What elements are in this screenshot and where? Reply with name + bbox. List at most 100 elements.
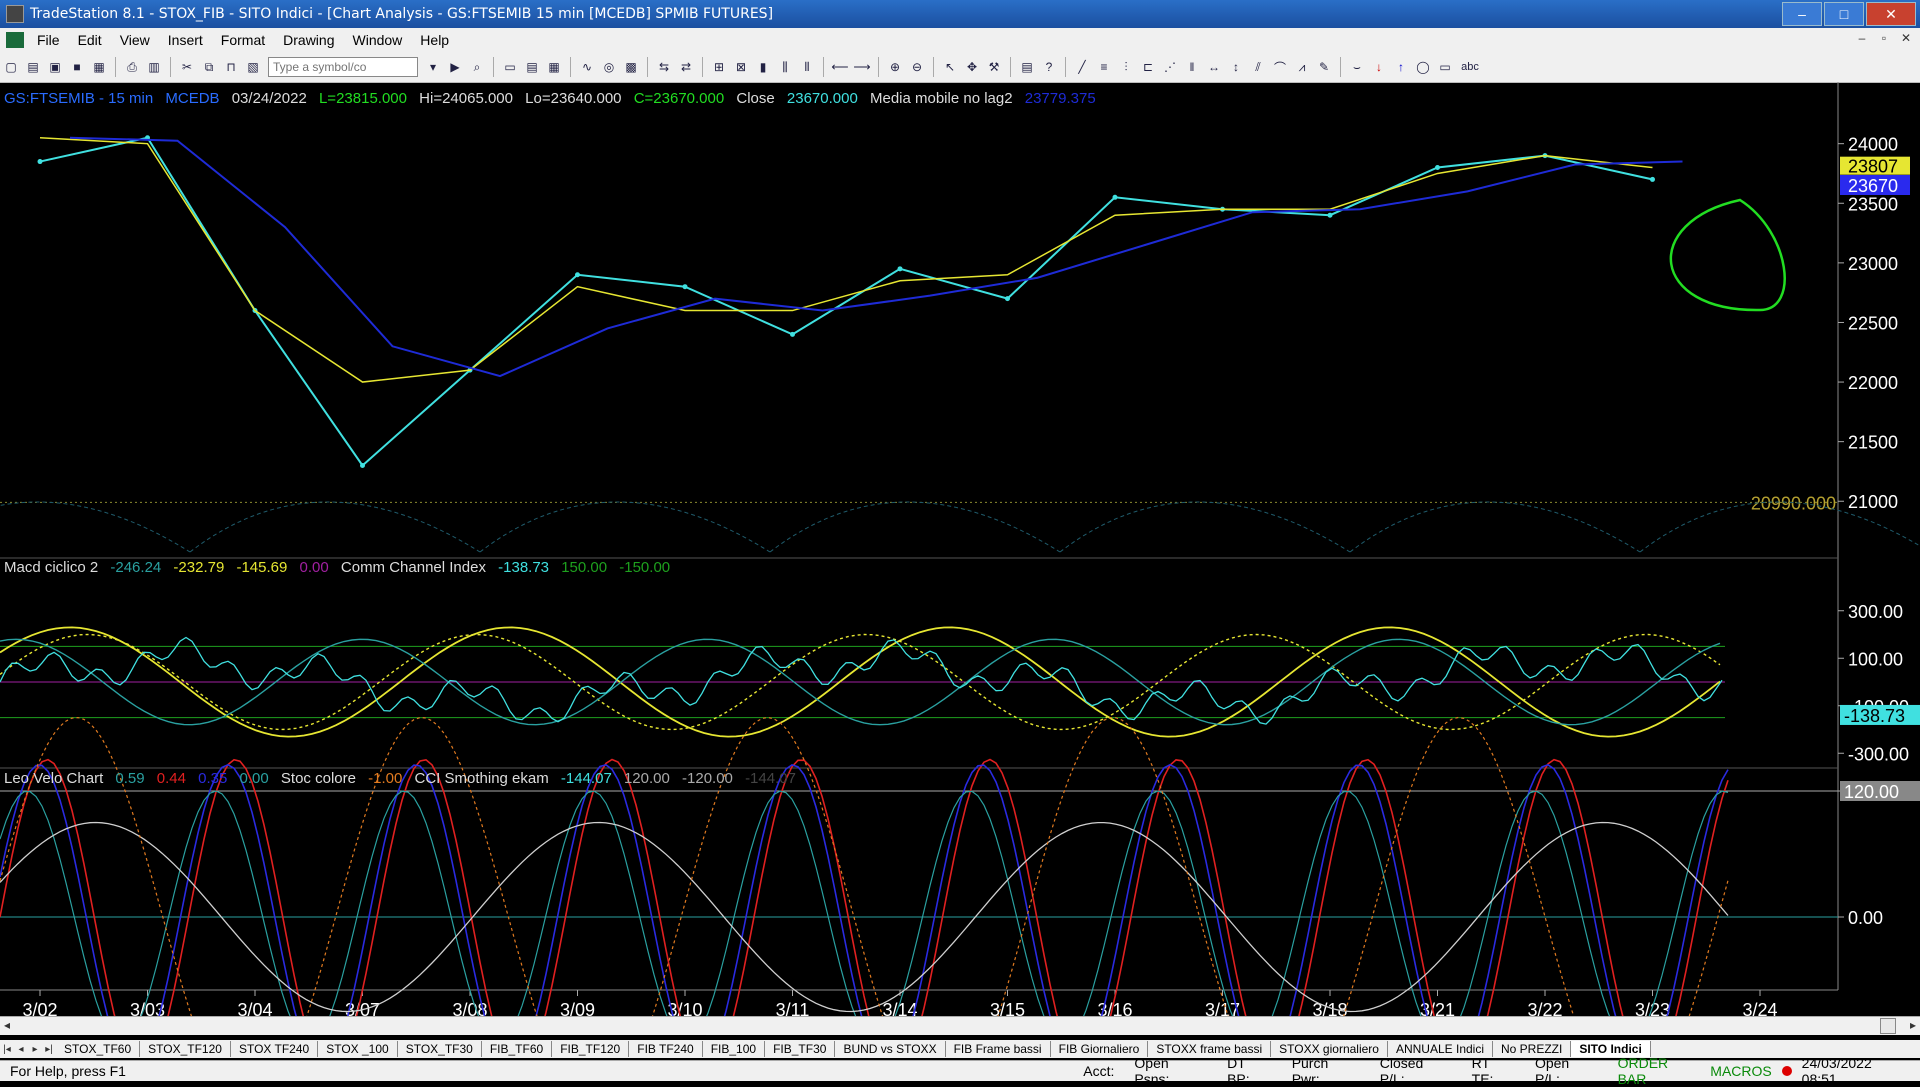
tab-fib-tf60[interactable]: FIB_TF60 bbox=[482, 1041, 553, 1057]
save-icon[interactable]: ■ bbox=[68, 58, 86, 76]
analysis-icon[interactable]: ⊠ bbox=[732, 58, 750, 76]
mdi-restore-button[interactable]: ▫ bbox=[1876, 31, 1892, 47]
matrix-icon[interactable]: ▩ bbox=[622, 58, 640, 76]
tab-stox-tf120[interactable]: STOX_TF120 bbox=[140, 1041, 231, 1057]
header-close: C=23670.000 bbox=[633, 90, 725, 107]
shift-left-icon[interactable]: ⟵ bbox=[831, 58, 849, 76]
new-icon[interactable]: ▢ bbox=[2, 58, 20, 76]
menu-format[interactable]: Format bbox=[212, 32, 274, 48]
arcs-icon[interactable]: ⌒ bbox=[1271, 58, 1289, 76]
open-icon[interactable]: ▤ bbox=[24, 58, 42, 76]
minimize-button[interactable]: – bbox=[1782, 2, 1822, 26]
rectangle-icon[interactable]: ▭ bbox=[1436, 58, 1454, 76]
horizontal-line-icon[interactable]: ↔ bbox=[1205, 58, 1223, 76]
channel-icon[interactable]: ⊏ bbox=[1139, 58, 1157, 76]
symbol-input[interactable] bbox=[268, 57, 418, 77]
tab-stox-tf240[interactable]: STOX TF240 bbox=[231, 1041, 319, 1057]
order-bar-icon[interactable]: ⇆ bbox=[655, 58, 673, 76]
bar-chart-icon[interactable]: ▮ bbox=[754, 58, 772, 76]
copy-icon[interactable]: ⧉ bbox=[200, 58, 218, 76]
chart-icon[interactable]: ∿ bbox=[578, 58, 596, 76]
tab-last-icon[interactable]: ▸| bbox=[42, 1044, 56, 1055]
print-icon[interactable]: ⎙ bbox=[123, 58, 141, 76]
tab-fib-frame-bassi[interactable]: FIB Frame bassi bbox=[946, 1041, 1051, 1057]
mdi-close-button[interactable]: ✕ bbox=[1898, 31, 1914, 47]
folder-icon[interactable]: ▦ bbox=[90, 58, 108, 76]
indicator-icon[interactable]: ⊞ bbox=[710, 58, 728, 76]
zoom-out-icon[interactable]: ⊖ bbox=[908, 58, 926, 76]
close-button[interactable]: ✕ bbox=[1866, 2, 1916, 26]
tab-fib-tf240[interactable]: FIB TF240 bbox=[629, 1041, 703, 1057]
ellipse-icon[interactable]: ◯ bbox=[1414, 58, 1432, 76]
bars-icon[interactable]: ⦀ bbox=[798, 58, 816, 76]
trendline-icon[interactable]: ╱ bbox=[1073, 58, 1091, 76]
tab-stox-tf30[interactable]: STOX_TF30 bbox=[398, 1041, 482, 1057]
scroll-left-icon[interactable]: ◂ bbox=[4, 1018, 10, 1032]
menu-insert[interactable]: Insert bbox=[159, 32, 212, 48]
velo-name: Leo Velo Chart bbox=[4, 770, 104, 787]
tab-fib-100[interactable]: FIB_100 bbox=[703, 1041, 766, 1057]
paste-icon[interactable]: ▧ bbox=[244, 58, 262, 76]
gann-icon[interactable]: ⫶ bbox=[1117, 58, 1135, 76]
price-tick-label: 23000 bbox=[1848, 254, 1898, 274]
window-icon[interactable]: ▭ bbox=[501, 58, 519, 76]
menu-view[interactable]: View bbox=[111, 32, 159, 48]
arc-icon[interactable]: ⌣ bbox=[1348, 58, 1366, 76]
data-window-icon[interactable]: ▤ bbox=[1018, 58, 1036, 76]
zoom-in-icon[interactable]: ⊕ bbox=[886, 58, 904, 76]
hammer-icon[interactable]: ⚒ bbox=[985, 58, 1003, 76]
vertical-line-icon[interactable]: ↕ bbox=[1227, 58, 1245, 76]
scroll-right-icon[interactable]: ▸ bbox=[1910, 1018, 1916, 1032]
cci2-name: CCI Smothing ekam bbox=[414, 770, 549, 787]
menu-drawing[interactable]: Drawing bbox=[274, 32, 343, 48]
fib-time-icon[interactable]: ‖ bbox=[1183, 58, 1201, 76]
parallel-lines-icon[interactable]: ⫽ bbox=[1249, 58, 1267, 76]
tab-fib-tf120[interactable]: FIB_TF120 bbox=[552, 1041, 630, 1057]
up-arrow-icon[interactable]: ↑ bbox=[1392, 58, 1410, 76]
tab-stox-tf60[interactable]: STOX_TF60 bbox=[56, 1041, 141, 1057]
lookup-icon[interactable]: ⌕ bbox=[468, 58, 486, 76]
help-icon[interactable]: ? bbox=[1040, 58, 1058, 76]
menu-help[interactable]: Help bbox=[411, 32, 458, 48]
scroll-thumb[interactable] bbox=[1880, 1018, 1896, 1034]
tab-bund-vs-stoxx[interactable]: BUND vs STOXX bbox=[835, 1041, 946, 1057]
lock-icon[interactable]: ⊓ bbox=[222, 58, 240, 76]
shift-right-icon[interactable]: ⟶ bbox=[853, 58, 871, 76]
down-arrow-icon[interactable]: ↓ bbox=[1370, 58, 1388, 76]
candlestick-icon[interactable]: ⫼ bbox=[776, 58, 794, 76]
text-tool-icon[interactable]: abc bbox=[1458, 58, 1482, 76]
velo-v3: 0.35 bbox=[198, 770, 228, 787]
status-macros[interactable]: MACROS bbox=[1710, 1063, 1781, 1079]
tab-next-icon[interactable]: ▸ bbox=[28, 1044, 42, 1055]
pencil-icon[interactable]: ✎ bbox=[1315, 58, 1333, 76]
pointer-icon[interactable]: ↖ bbox=[941, 58, 959, 76]
play-icon[interactable]: ▶ bbox=[446, 58, 464, 76]
speed-lines-icon[interactable]: ⋰ bbox=[1161, 58, 1179, 76]
cycle-arc bbox=[479, 501, 771, 553]
maximize-button[interactable]: □ bbox=[1824, 2, 1864, 26]
menu-file[interactable]: File bbox=[28, 32, 69, 48]
grid-icon[interactable]: ▦ bbox=[545, 58, 563, 76]
chart-canvas[interactable]: 24000 23500 23000 22500 22000 21500 21000 20990… bbox=[0, 82, 1920, 1025]
radar-icon[interactable]: ◎ bbox=[600, 58, 618, 76]
tab-fib-tf30[interactable]: FIB_TF30 bbox=[765, 1041, 836, 1057]
print-preview-icon[interactable]: ▥ bbox=[145, 58, 163, 76]
fans-icon[interactable]: ⩘ bbox=[1293, 58, 1311, 76]
tab-stox-100[interactable]: STOX _100 bbox=[318, 1041, 398, 1057]
dropdown-arrow-icon[interactable]: ▾ bbox=[424, 58, 442, 76]
fibonacci-icon[interactable]: ≡ bbox=[1095, 58, 1113, 76]
menu-edit[interactable]: Edit bbox=[69, 32, 111, 48]
macd-v3: -145.69 bbox=[236, 559, 288, 576]
save-workspace-icon[interactable]: ▣ bbox=[46, 58, 64, 76]
mdi-minimize-button[interactable]: – bbox=[1854, 31, 1870, 47]
status-order-bar[interactable]: ORDER BAR bbox=[1608, 1055, 1711, 1087]
cut-icon[interactable]: ✂ bbox=[178, 58, 196, 76]
tab-prev-icon[interactable]: ◂ bbox=[14, 1044, 28, 1055]
drag-icon[interactable]: ✥ bbox=[963, 58, 981, 76]
quote-icon[interactable]: ▤ bbox=[523, 58, 541, 76]
strategy-icon[interactable]: ⇄ bbox=[677, 58, 695, 76]
tab-first-icon[interactable]: |◂ bbox=[0, 1044, 14, 1055]
chart-analysis-window[interactable]: 24000 23500 23000 22500 22000 21500 21000 20990… bbox=[0, 82, 1920, 1025]
menu-window[interactable]: Window bbox=[344, 32, 412, 48]
horizontal-scrollbar[interactable]: ◂ ▸ bbox=[0, 1016, 1920, 1035]
